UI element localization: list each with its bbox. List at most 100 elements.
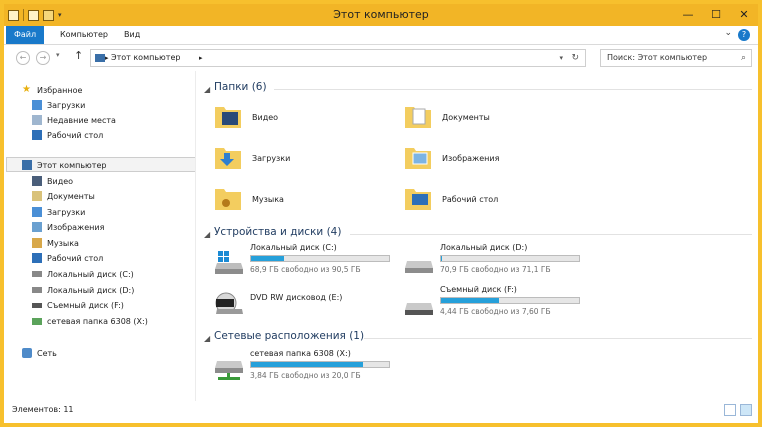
window-controls: — ☐ ✕ [674, 4, 758, 26]
downloads-folder-icon [215, 148, 241, 169]
nav-item-downloads[interactable]: Загрузки [32, 98, 85, 112]
drive-name: DVD RW дисковод (E:) [250, 293, 343, 302]
collapse-chevron-icon[interactable]: ◢ [204, 85, 210, 94]
nav-item-videos[interactable]: Видео [32, 174, 73, 188]
search-icon[interactable]: ⌕ [741, 50, 746, 66]
drive-usage-fill [441, 298, 499, 303]
drive-usage-bar [250, 255, 390, 262]
recent-places-icon [32, 115, 42, 125]
network-drive-icon [32, 317, 42, 325]
large-icons-view-icon[interactable] [740, 404, 752, 416]
collapse-chevron-icon[interactable]: ◢ [204, 334, 210, 343]
nav-label: Локальный диск (D:) [47, 285, 135, 295]
group-divider [350, 234, 752, 235]
nav-label: Локальный диск (C:) [47, 269, 134, 279]
pictures-icon [32, 222, 42, 232]
up-button[interactable]: ↑ [74, 49, 83, 62]
nav-item-desktop[interactable]: Рабочий стол [32, 128, 103, 142]
nav-label: Сеть [37, 348, 57, 358]
hard-drive-icon [32, 287, 42, 293]
tab-computer[interactable]: Компьютер [60, 26, 108, 44]
group-header-devices[interactable]: Устройства и диски (4) [214, 226, 341, 238]
nav-label: Избранное [37, 85, 83, 95]
nav-item-drive-f[interactable]: Съемный диск (F:) [32, 298, 124, 312]
nav-favorites[interactable]: ★ Избранное [22, 83, 82, 97]
drive-usage-bar [440, 255, 580, 262]
tab-view[interactable]: Вид [124, 26, 140, 44]
maximize-button[interactable]: ☐ [702, 4, 730, 26]
downloads-icon [32, 207, 42, 217]
nav-item-recent[interactable]: Недавние места [32, 113, 116, 127]
pictures-folder-icon [405, 148, 431, 169]
removable-drive-icon [32, 302, 42, 308]
address-bar[interactable]: ▸ Этот компьютер ▸ ▾ ↻ [90, 49, 586, 67]
nav-label: Рабочий стол [47, 130, 104, 140]
nav-item-documents[interactable]: Документы [32, 189, 95, 203]
details-view-icon[interactable] [724, 404, 736, 416]
folder-label: Видео [252, 113, 279, 122]
group-divider [364, 338, 752, 339]
recent-locations-icon[interactable]: ▾ [56, 51, 60, 59]
drive-usage-fill [251, 362, 363, 367]
nav-label: Загрузки [47, 207, 86, 217]
forward-button[interactable]: → [36, 51, 50, 65]
nav-item-drive-d[interactable]: Локальный диск (D:) [32, 283, 134, 297]
expand-ribbon-icon[interactable]: ⌄ [724, 28, 732, 38]
nav-label: Рабочий стол [47, 253, 104, 263]
pane-splitter[interactable] [195, 71, 196, 401]
desktop-icon [32, 253, 42, 263]
group-header-network[interactable]: Сетевые расположения (1) [214, 330, 364, 342]
address-dropdown-icon[interactable]: ▾ [559, 50, 563, 66]
downloads-icon [32, 100, 42, 110]
nav-label: Съемный диск (F:) [47, 300, 124, 310]
computer-icon [22, 160, 32, 170]
drive-name: сетевая папка 6308 (X:) [250, 349, 351, 358]
back-button[interactable]: ← [16, 51, 30, 65]
address-path[interactable]: Этот компьютер [111, 50, 180, 66]
network-drive-icon [215, 361, 243, 380]
nav-item-drive-c[interactable]: Локальный диск (C:) [32, 267, 134, 281]
nav-network[interactable]: Сеть [22, 346, 57, 360]
window-title: Этот компьютер [333, 8, 429, 21]
group-header-folders[interactable]: Папки (6) [214, 81, 267, 93]
refresh-icon[interactable]: ↻ [571, 50, 579, 66]
tab-file[interactable]: Файл [6, 26, 45, 44]
item-count: Элементов: 11 [12, 405, 74, 414]
nav-item-music[interactable]: Музыка [32, 236, 79, 250]
drive-free-space: 70,9 ГБ свободно из 71,1 ГБ [440, 265, 551, 274]
ribbon-tabs: Файл Компьютер Вид ⌄ ? [4, 26, 758, 45]
nav-label: сетевая папка 6308 (X:) [47, 316, 148, 326]
nav-this-pc[interactable]: Этот компьютер [22, 158, 106, 172]
chevron-right-icon: ▸ [105, 54, 109, 62]
drive-free-space: 4,44 ГБ свободно из 7,60 ГБ [440, 307, 551, 316]
music-icon [32, 238, 42, 248]
nav-item-network-drive[interactable]: сетевая папка 6308 (X:) [32, 314, 148, 328]
nav-item-pictures[interactable]: Изображения [32, 220, 104, 234]
drive-name: Локальный диск (D:) [440, 243, 528, 252]
hard-drive-icon [405, 261, 433, 273]
nav-label: Музыка [47, 238, 79, 248]
nav-item-downloads-pc[interactable]: Загрузки [32, 205, 85, 219]
computer-icon [95, 54, 105, 62]
nav-item-desktop-pc[interactable]: Рабочий стол [32, 251, 103, 265]
close-button[interactable]: ✕ [730, 4, 758, 26]
network-icon [22, 348, 32, 358]
title-bar: ▾ Этот компьютер — ☐ ✕ [4, 4, 758, 26]
search-box[interactable]: Поиск: Этот компьютер ⌕ [600, 49, 752, 67]
view-switcher [724, 404, 752, 416]
folder-label: Загрузки [252, 154, 291, 163]
path-chevron-icon[interactable]: ▸ [199, 50, 203, 66]
collapse-chevron-icon[interactable]: ◢ [204, 230, 210, 239]
minimize-button[interactable]: — [674, 4, 702, 26]
help-icon[interactable]: ? [738, 29, 750, 41]
drive-free-space: 3,84 ГБ свободно из 20,0 ГБ [250, 371, 361, 380]
navigation-pane: ★ Избранное Загрузки Недавние места Рабо… [4, 71, 196, 401]
drive-free-space: 68,9 ГБ свободно из 90,5 ГБ [250, 265, 361, 274]
drive-name: Съемный диск (F:) [440, 285, 517, 294]
nav-label: Документы [47, 191, 95, 201]
nav-label: Недавние места [47, 115, 116, 125]
folder-label: Документы [442, 113, 490, 122]
nav-label: Загрузки [47, 100, 86, 110]
group-divider [274, 89, 752, 90]
documents-icon [32, 191, 42, 201]
